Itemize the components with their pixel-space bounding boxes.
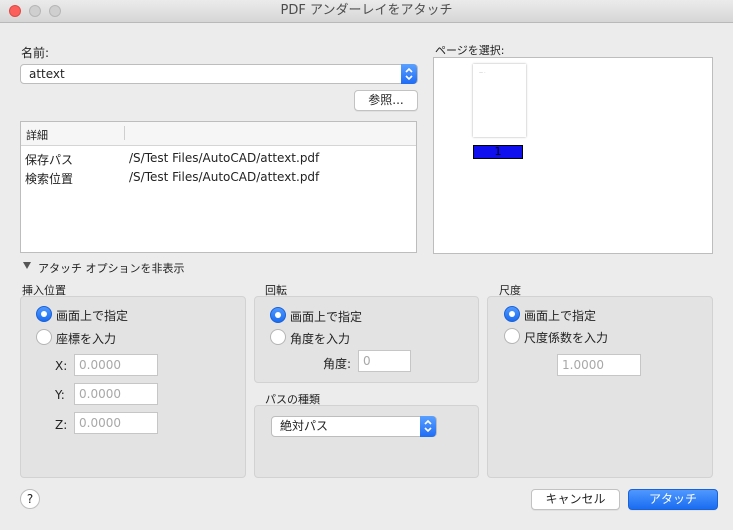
rotation-angle-label: 角度を入力 [290,332,351,346]
path-type-value: 絶対パス [280,419,329,433]
scale-screen-radio[interactable] [504,306,520,322]
maximize-window-button[interactable] [49,5,61,17]
page-preview-panel: — · 1 [433,57,713,254]
scale-factor-label: 尺度係数を入力 [524,331,609,345]
insert-coords-label: 座標を入力 [56,332,117,346]
details-table: 詳細 保存パス /S/Test Files/AutoCAD/attext.pdf… [20,121,417,253]
name-label: 名前: [21,46,50,60]
page-thumbnail-content-icon: — · [479,70,486,75]
insert-screen-label: 画面上で指定 [56,309,129,323]
insert-coords-radio[interactable] [36,329,52,345]
rotation-angle-radio[interactable] [270,329,286,345]
rotation-screen-label: 画面上で指定 [290,310,363,324]
scale-group-box [487,296,713,478]
chevron-updown-icon[interactable] [420,416,436,437]
disclosure-triangle-icon[interactable] [23,262,31,269]
details-header: 詳細 [21,122,416,146]
angle-label: 角度: [323,357,352,371]
page-select-label: ページを選択: [435,44,505,57]
scale-screen-label: 画面上で指定 [524,309,597,323]
details-header-label: 詳細 [26,129,48,142]
z-label: Z: [55,418,68,432]
page-number-badge[interactable]: 1 [473,145,523,159]
chevron-updown-icon[interactable] [401,64,417,84]
window-title: PDF アンダーレイをアタッチ [280,3,453,18]
search-location-key: 検索位置 [25,172,74,186]
page-thumbnail[interactable]: — · [473,64,526,137]
insert-screen-radio[interactable] [36,306,52,322]
cancel-button[interactable]: キャンセル [531,489,620,510]
options-toggle-label[interactable]: アタッチ オプションを非表示 [38,260,185,276]
y-input[interactable]: 0.0000 [74,383,158,405]
dialog-window: PDF アンダーレイをアタッチ 名前: attext 参照... 詳細 保存パス… [0,0,733,530]
name-value: attext [29,67,65,81]
y-label: Y: [55,388,65,402]
name-combobox[interactable]: attext [20,64,418,84]
z-input[interactable]: 0.0000 [74,412,158,434]
x-input[interactable]: 0.0000 [74,354,158,376]
browse-button[interactable]: 参照... [354,90,418,111]
column-separator [124,126,125,140]
saved-path-value: /S/Test Files/AutoCAD/attext.pdf [129,151,320,165]
title-bar: PDF アンダーレイをアタッチ [0,0,733,23]
angle-input[interactable]: 0 [358,350,411,372]
help-button[interactable]: ? [20,489,40,509]
rotation-screen-radio[interactable] [270,307,286,323]
attach-button[interactable]: アタッチ [628,489,718,510]
saved-path-key: 保存パス [25,153,74,167]
scale-factor-input[interactable]: 1.0000 [557,354,641,376]
close-window-button[interactable] [9,5,21,17]
scale-factor-radio[interactable] [504,328,520,344]
path-type-select[interactable]: 絶対パス [271,416,437,437]
minimize-window-button[interactable] [29,5,41,17]
search-location-value: /S/Test Files/AutoCAD/attext.pdf [129,170,320,184]
x-label: X: [55,359,68,373]
